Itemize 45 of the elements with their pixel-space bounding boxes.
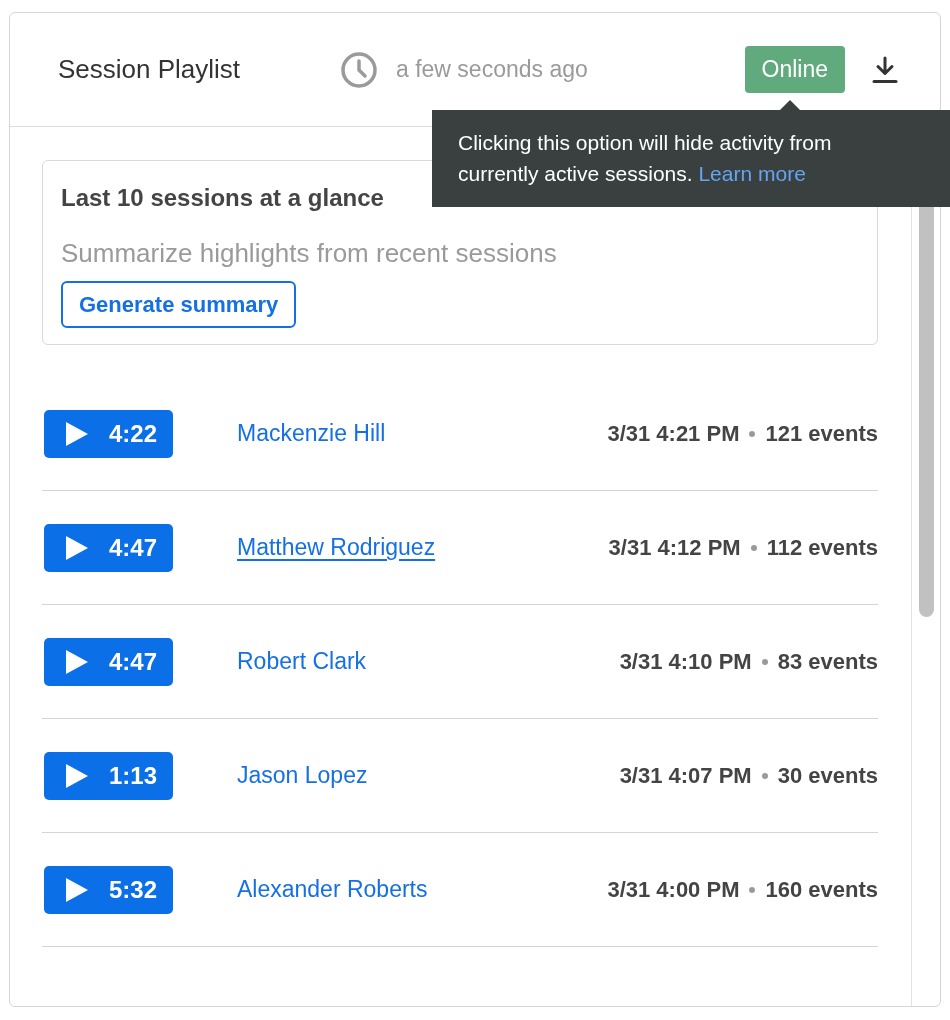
duration-text: 4:47 <box>109 646 158 677</box>
play-icon <box>65 648 89 675</box>
event-count: 160 events <box>765 876 878 904</box>
session-time: 3/31 4:07 PM <box>619 762 752 790</box>
play-icon <box>65 762 89 789</box>
play-icon <box>65 534 89 561</box>
summary-subtitle: Summarize highlights from recent sessions <box>61 237 557 269</box>
event-count: 112 events <box>766 534 878 562</box>
separator-dot-icon <box>761 772 768 779</box>
play-button[interactable]: 4:22 <box>44 409 174 458</box>
session-time: 3/31 4:00 PM <box>607 876 740 904</box>
last-updated-text: a few seconds ago <box>396 55 588 85</box>
duration-text: 5:32 <box>109 874 158 905</box>
play-icon <box>65 876 89 903</box>
user-link[interactable]: Mackenzie Hill <box>237 416 386 451</box>
online-toggle[interactable]: Online <box>744 46 845 93</box>
event-count: 83 events <box>777 648 878 676</box>
session-time: 3/31 4:12 PM <box>608 534 741 562</box>
clock-icon <box>341 51 377 88</box>
user-link[interactable]: Alexander Roberts <box>237 872 428 907</box>
separator-dot-icon <box>749 430 756 437</box>
learn-more-link[interactable]: Learn more <box>698 162 806 185</box>
play-icon <box>65 420 89 447</box>
event-count: 121 events <box>765 420 878 448</box>
separator-dot-icon <box>750 544 757 551</box>
play-button[interactable]: 5:32 <box>44 865 174 914</box>
user-link[interactable]: Robert Clark <box>237 644 367 679</box>
separator-dot-icon <box>761 658 768 665</box>
duration-text: 4:47 <box>109 532 158 563</box>
play-button[interactable]: 4:47 <box>44 637 174 686</box>
tooltip: Clicking this option will hide activity from currently active sessions. Learn more <box>432 110 950 207</box>
separator-dot-icon <box>749 886 756 893</box>
play-button[interactable]: 1:13 <box>44 751 174 800</box>
summary-title: Last 10 sessions at a glance <box>61 183 384 213</box>
panel-title: Session Playlist <box>58 53 241 86</box>
download-icon[interactable] <box>871 55 899 84</box>
user-link[interactable]: Jason Lopez <box>237 758 368 793</box>
duration-text: 4:22 <box>109 418 158 449</box>
generate-summary-button[interactable]: Generate summary <box>61 281 297 328</box>
duration-text: 1:13 <box>109 760 158 791</box>
session-time: 3/31 4:10 PM <box>619 648 752 676</box>
event-count: 30 events <box>777 762 878 790</box>
session-time: 3/31 4:21 PM <box>607 420 740 448</box>
play-button[interactable]: 4:47 <box>44 523 174 572</box>
user-link[interactable]: Matthew Rodriguez <box>237 530 436 565</box>
